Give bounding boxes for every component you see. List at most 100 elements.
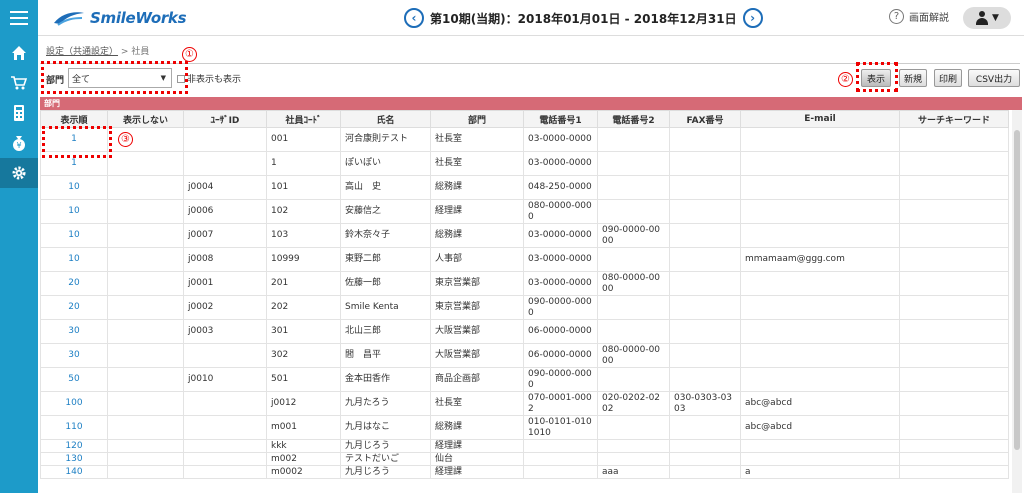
table-cell: [183, 439, 267, 453]
table-cell: [669, 295, 741, 320]
table-row[interactable]: 10 j0008 10999 東野二郎 人事部 03-0000-0000 mmamaam@g…: [40, 247, 1009, 272]
show-hidden-toggle[interactable]: 非表示も表示: [177, 72, 241, 85]
column-header[interactable]: FAX番号: [669, 110, 741, 128]
next-period-button[interactable]: ›: [742, 8, 763, 28]
display-order-link[interactable]: 100: [40, 391, 108, 416]
table-cell: 社長室: [430, 391, 524, 416]
column-header[interactable]: 表示しない: [107, 110, 184, 128]
display-order-link[interactable]: 10: [40, 199, 108, 224]
table-cell: [669, 415, 741, 440]
table-cell: [597, 199, 670, 224]
csv-export-button[interactable]: CSV出力: [968, 69, 1020, 87]
table-cell: [740, 367, 900, 392]
display-order-link[interactable]: 140: [40, 465, 108, 479]
table-row[interactable]: 10 j0006 102 安藤信之 経理課 080-0000-0000: [40, 199, 1009, 224]
table-cell: [107, 295, 184, 320]
table-row[interactable]: 20 j0002 202 Smile Kenta 東京営業部 090-0000-0000: [40, 295, 1009, 320]
table-cell: [183, 127, 267, 152]
breadcrumb-link-settings[interactable]: 設定（共通設定）: [46, 47, 118, 57]
table-header-row: 表示順 表示しない ﾕｰｻﾞID 社員ｺｰﾄﾞ 氏名 部門 電話番号1 電話番号…: [40, 110, 1009, 128]
table-cell: [899, 223, 1009, 248]
table-row[interactable]: 20 j0001 201 佐藤一郎 東京営業部 03-0000-0000 080-0000-…: [40, 271, 1009, 296]
display-order-link[interactable]: 10: [40, 247, 108, 272]
table-cell: [740, 151, 900, 176]
table-cell: [899, 319, 1009, 344]
display-order-link[interactable]: 30: [40, 319, 108, 344]
table-cell: 06-0000-0000: [523, 319, 598, 344]
calculator-icon: [14, 105, 24, 121]
table-row[interactable]: 30 j0003 301 北山三郎 大阪営業部 06-0000-0000: [40, 319, 1009, 344]
display-order-link[interactable]: 10: [40, 223, 108, 248]
sidebar-item-settings[interactable]: [0, 158, 38, 188]
sidebar-item-home[interactable]: [0, 38, 38, 68]
column-header[interactable]: 社員ｺｰﾄﾞ: [266, 110, 341, 128]
scrollbar-thumb[interactable]: [1014, 130, 1020, 450]
table-cell: 大阪営業部: [430, 343, 524, 368]
table-row[interactable]: 10 j0007 103 鈴木奈々子 総務課 03-0000-0000 090-0000-0…: [40, 223, 1009, 248]
table-cell: [597, 295, 670, 320]
display-order-link[interactable]: 20: [40, 271, 108, 296]
new-button[interactable]: 新規: [899, 69, 927, 87]
table-cell: [597, 439, 670, 453]
menu-toggle-button[interactable]: [0, 0, 38, 36]
table-cell: 030-0303-0303: [669, 391, 741, 416]
display-order-link[interactable]: 50: [40, 367, 108, 392]
sidebar: ¥: [0, 36, 38, 493]
table-cell: 総務課: [430, 175, 524, 200]
user-menu-button[interactable]: ▼: [963, 7, 1011, 29]
sidebar-item-sales[interactable]: [0, 68, 38, 98]
breadcrumb-separator: >: [120, 47, 129, 57]
table-cell: 東京営業部: [430, 271, 524, 296]
table-row[interactable]: 130 m002 テストだいご 仙台: [40, 452, 1009, 466]
table-cell: j0003: [183, 319, 267, 344]
table-row[interactable]: 120 kkk 九月じろう 経理課: [40, 439, 1009, 453]
sidebar-item-finance[interactable]: ¥: [0, 128, 38, 158]
display-order-link[interactable]: 110: [40, 415, 108, 440]
column-header[interactable]: 部門: [430, 110, 524, 128]
table-cell: 商品企画部: [430, 367, 524, 392]
table-cell: [597, 367, 670, 392]
table-row[interactable]: 140 m0002 九月じろう 経理課 aaa a: [40, 465, 1009, 479]
display-order-link[interactable]: 10: [40, 175, 108, 200]
table-row[interactable]: 1 001 河合康則テスト 社長室 03-0000-0000: [40, 127, 1009, 152]
column-header[interactable]: 氏名: [340, 110, 431, 128]
table-row[interactable]: 30 302 閻 昌平 大阪営業部 06-0000-0000 080-0000-0000: [40, 343, 1009, 368]
app-logo[interactable]: SmileWorks: [52, 7, 187, 29]
display-order-link[interactable]: 120: [40, 439, 108, 453]
table-row[interactable]: 1 1 ぽいぽい 社長室 03-0000-0000: [40, 151, 1009, 176]
display-order-link[interactable]: 20: [40, 295, 108, 320]
table-cell: [107, 452, 184, 466]
column-header[interactable]: サーチキーワード: [899, 110, 1009, 128]
table-cell: [669, 439, 741, 453]
table-cell: [597, 247, 670, 272]
column-header[interactable]: 表示順: [40, 110, 108, 128]
table-cell: [740, 295, 900, 320]
display-order-link[interactable]: 30: [40, 343, 108, 368]
print-button[interactable]: 印刷: [934, 69, 962, 87]
dept-select[interactable]: 全て ▼: [68, 68, 172, 88]
sidebar-item-accounting[interactable]: [0, 98, 38, 128]
table-cell: 302: [266, 343, 341, 368]
table-cell: [899, 452, 1009, 466]
table-cell: [597, 452, 670, 466]
table-row[interactable]: 100 j0012 九月たろう 社長室 070-0001-0002 020-0202-02…: [40, 391, 1009, 416]
table-cell: 九月たろう: [340, 391, 431, 416]
table-scrollbar[interactable]: [1012, 110, 1022, 493]
column-header[interactable]: ﾕｰｻﾞID: [183, 110, 267, 128]
table-row[interactable]: 10 j0004 101 高山 史総務課 048-250-0000: [40, 175, 1009, 200]
table-cell: 河合康則テスト: [340, 127, 431, 152]
column-header[interactable]: E-mail: [740, 110, 900, 128]
show-hidden-checkbox[interactable]: [177, 74, 185, 83]
table-cell: 金本田香作: [340, 367, 431, 392]
display-order-link[interactable]: 130: [40, 452, 108, 466]
table-cell: 社長室: [430, 127, 524, 152]
table-cell: [107, 175, 184, 200]
show-button[interactable]: 表示: [861, 69, 891, 87]
help-link[interactable]: ? 画面解説: [889, 9, 949, 24]
column-header[interactable]: 電話番号1: [523, 110, 598, 128]
column-header[interactable]: 電話番号2: [597, 110, 670, 128]
previous-period-button[interactable]: ‹: [404, 8, 424, 28]
table-cell: m002: [266, 452, 341, 466]
table-row[interactable]: 110 m001 九月はなこ 総務課 010-0101-0101010 abc@abcd: [40, 415, 1009, 440]
table-row[interactable]: 50 j0010 501 金本田香作 商品企画部 090-0000-0000: [40, 367, 1009, 392]
